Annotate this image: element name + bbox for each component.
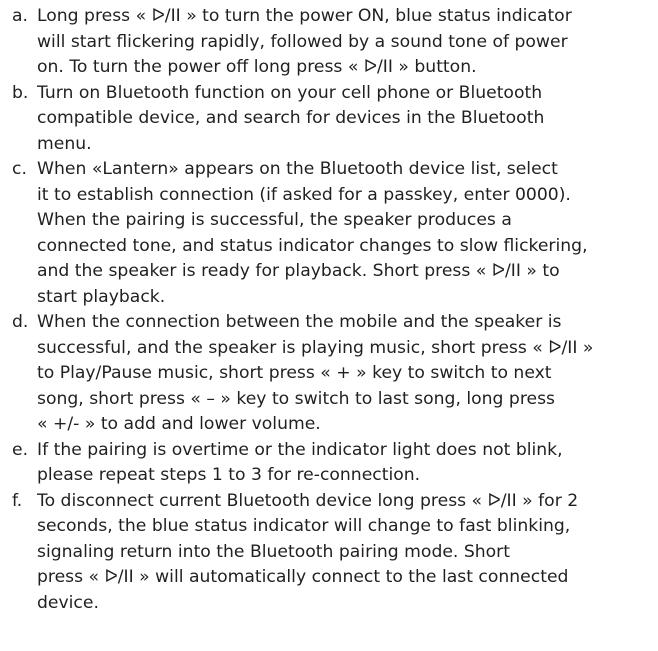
instruction-item-b: b. Turn on Bluetooth function on your ce… — [12, 81, 650, 158]
item-text: If the pairing is overtime or the indica… — [37, 439, 563, 486]
instruction-page: a. Long press « ᐅ/II » to turn the power… — [0, 0, 658, 651]
item-marker: e. — [12, 439, 29, 460]
item-text: Turn on Bluetooth function on your cell … — [37, 82, 545, 154]
item-marker: f. — [12, 490, 23, 511]
item-marker: b. — [12, 82, 29, 103]
item-marker: c. — [12, 159, 27, 179]
instruction-item-d: d. When the connection between the mobil… — [12, 310, 650, 438]
item-text: When the connection between the mobile a… — [37, 312, 594, 434]
item-marker: a. — [12, 6, 28, 26]
item-text: Long press « ᐅ/II » to turn the power ON… — [37, 6, 572, 77]
item-text: To disconnect current Bluetooth device l… — [37, 490, 579, 613]
instruction-item-a: a. Long press « ᐅ/II » to turn the power… — [12, 4, 650, 81]
item-text: When «Lantern» appears on the Bluetooth … — [37, 159, 588, 307]
instruction-item-f: f. To disconnect current Bluetooth devic… — [12, 489, 650, 617]
instruction-item-c: c. When «Lantern» appears on the Bluetoo… — [12, 157, 650, 310]
item-marker: d. — [12, 312, 29, 332]
instruction-item-e: e. If the pairing is overtime or the ind… — [12, 438, 650, 489]
